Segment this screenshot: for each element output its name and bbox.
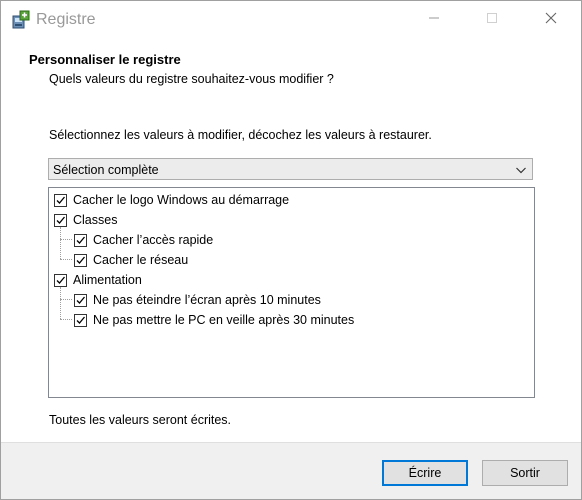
write-button[interactable]: Écrire	[382, 460, 468, 486]
preset-select-value: Sélection complète	[53, 163, 159, 177]
tree-item-screen-off[interactable]: Ne pas éteindre l’écran après 10 minutes	[74, 290, 321, 310]
tree-connector	[60, 227, 61, 259]
checkmark-icon	[76, 256, 85, 264]
tree-item-label: Ne pas mettre le PC en veille après 30 m…	[93, 313, 355, 327]
minimize-icon	[428, 11, 440, 29]
page-title: Personnaliser le registre	[29, 52, 181, 67]
checkbox[interactable]	[74, 293, 87, 307]
values-tree[interactable]: Cacher le logo Windows au démarrage Clas…	[48, 187, 535, 398]
tree-item-label: Ne pas éteindre l’écran après 10 minutes	[93, 293, 321, 307]
checkbox[interactable]	[74, 313, 87, 327]
tree-item-classes[interactable]: Classes	[54, 210, 117, 230]
maximize-button[interactable]	[469, 1, 515, 39]
tree-item-quick-access[interactable]: Cacher l’accès rapide	[74, 230, 213, 250]
checkmark-icon	[76, 296, 85, 304]
tree-connector	[60, 259, 72, 260]
checkmark-icon	[56, 196, 65, 204]
button-panel: Écrire Sortir	[1, 442, 581, 499]
checkmark-icon	[76, 236, 85, 244]
tree-item-label: Cacher le logo Windows au démarrage	[73, 193, 290, 207]
preset-select[interactable]: Sélection complète	[48, 158, 533, 180]
page-header: Personnaliser le registre Quels valeurs …	[1, 39, 581, 99]
tree-item-network[interactable]: Cacher le réseau	[74, 250, 188, 270]
tree-connector	[60, 287, 61, 319]
installer-window: Registre Personnaliser le registre Quels…	[0, 0, 582, 500]
tree-connector	[60, 239, 72, 240]
tree-connector	[60, 299, 72, 300]
installer-app-icon	[11, 10, 31, 30]
checkbox[interactable]	[74, 233, 87, 247]
checkbox[interactable]	[54, 213, 67, 227]
checkmark-icon	[56, 216, 65, 224]
checkbox[interactable]	[74, 253, 87, 267]
tree-item-label: Classes	[73, 213, 118, 227]
tree-item-label: Alimentation	[73, 273, 142, 287]
page-subtitle: Quels valeurs du registre souhaitez-vous…	[49, 72, 334, 86]
footer-note: Toutes les valeurs seront écrites.	[49, 413, 232, 427]
checkmark-icon	[56, 276, 65, 284]
checkmark-icon	[76, 316, 85, 324]
tree-item-power[interactable]: Alimentation	[54, 270, 142, 290]
checkbox[interactable]	[54, 273, 67, 287]
tree-item-label: Cacher le réseau	[93, 253, 189, 267]
tree-item-logo[interactable]: Cacher le logo Windows au démarrage	[54, 190, 289, 210]
checkbox[interactable]	[54, 193, 67, 207]
close-icon	[545, 11, 557, 29]
title-bar[interactable]: Registre	[1, 1, 581, 39]
chevron-down-icon	[514, 163, 528, 177]
exit-button[interactable]: Sortir	[482, 460, 568, 486]
window-title: Registre	[36, 11, 96, 28]
tree-item-sleep[interactable]: Ne pas mettre le PC en veille après 30 m…	[74, 310, 354, 330]
maximize-icon	[486, 11, 498, 29]
minimize-button[interactable]	[411, 1, 457, 39]
instruction-text: Sélectionnez les valeurs à modifier, déc…	[49, 128, 432, 142]
tree-item-label: Cacher l’accès rapide	[93, 233, 214, 247]
close-button[interactable]	[528, 1, 574, 39]
tree-connector	[60, 319, 72, 320]
